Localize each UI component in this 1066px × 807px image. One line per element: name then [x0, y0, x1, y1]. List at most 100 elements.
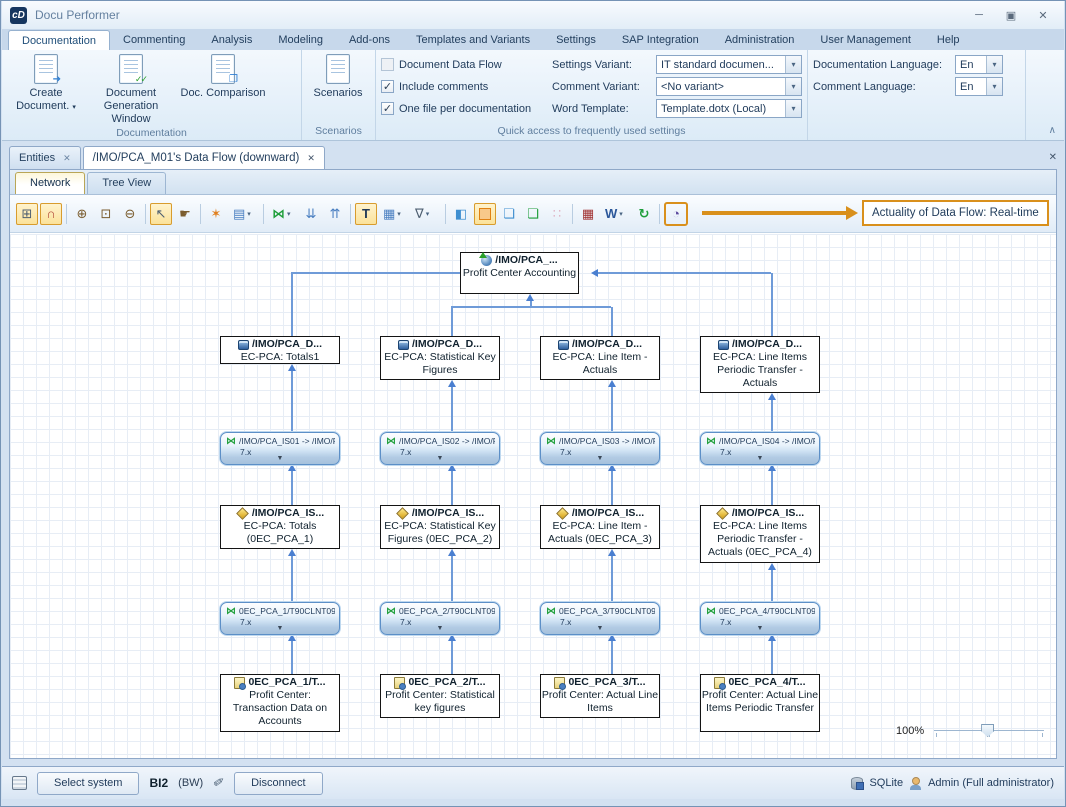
ribbon-tab-settings[interactable]: Settings — [543, 30, 609, 50]
diagram-node-datasource-1[interactable]: 0EC_PCA_1/T... Profit Center: Transactio… — [220, 674, 340, 732]
diagram-node-cube-1[interactable]: /IMO/PCA_D... EC-PCA: Totals1 — [220, 336, 340, 364]
combo-arrow-icon[interactable]: ▾ — [986, 78, 1002, 95]
diagram-canvas[interactable]: /IMO/PCA_... Profit Center Accounting /I… — [10, 234, 1056, 758]
diagram-node-datasource-2[interactable]: 0EC_PCA_2/T... Profit Center: Statistica… — [380, 674, 500, 718]
ribbon-tab-help[interactable]: Help — [924, 30, 973, 50]
diagram-transformation-6[interactable]: ⋈0EC_PCA_2/T90CLNT090 -> /I... 7.x ▼ — [380, 602, 500, 635]
select-system-button[interactable]: Select system — [37, 772, 139, 795]
disconnect-button[interactable]: Disconnect — [234, 772, 322, 795]
collapse-arrow-icon[interactable]: ▼ — [757, 623, 764, 634]
minimize-button[interactable]: ─ — [970, 9, 988, 22]
expand-all-icon[interactable]: ⇊ — [300, 203, 322, 225]
tab-data-flow[interactable]: /IMO/PCA_M01's Data Flow (downward) ✕ — [83, 146, 325, 169]
tab-close-icon[interactable]: ✕ — [63, 153, 71, 164]
diagram-transformation-5[interactable]: ⋈0EC_PCA_1/T90CLNT090 -> /I... 7.x ▼ — [220, 602, 340, 635]
checkbox-box-icon[interactable]: ✓ — [381, 102, 394, 115]
diagram-node-infosource-3[interactable]: /IMO/PCA_IS... EC-PCA: Line Item - Actua… — [540, 505, 660, 549]
tab-close-icon[interactable]: ✕ — [307, 153, 315, 164]
create-document-button[interactable]: ➔ Create Document. ▾ — [7, 52, 85, 114]
highlight-color-icon[interactable] — [474, 203, 496, 225]
ribbon-tab-user-management[interactable]: User Management — [807, 30, 924, 50]
comment-variant-select[interactable]: <No variant> ▾ — [656, 77, 802, 96]
diagram-transformation-3[interactable]: ⋈/IMO/PCA_IS03 -> /IMO/PCA... 7.x ▼ — [540, 432, 660, 465]
auto-layout-icon[interactable]: ✶ — [205, 203, 227, 225]
tab-entities[interactable]: Entities ✕ — [9, 146, 81, 169]
checkbox-one-file-per-documentation[interactable]: ✓ One file per documentation — [381, 100, 540, 117]
format-painter-icon[interactable]: ◧ — [450, 203, 472, 225]
ribbon-tab-documentation[interactable]: Documentation — [8, 30, 110, 50]
ribbon-tab-templates[interactable]: Templates and Variants — [403, 30, 543, 50]
ribbon-tab-sap-integration[interactable]: SAP Integration — [609, 30, 712, 50]
layout-options-icon[interactable]: ▤▾ — [229, 203, 259, 225]
checkbox-box-icon[interactable] — [381, 58, 394, 71]
zoom-region-icon[interactable]: ⊡ — [95, 203, 117, 225]
collapse-all-icon[interactable]: ⇈ — [324, 203, 346, 225]
diagram-node-infoarea[interactable]: /IMO/PCA_... Profit Center Accounting — [460, 252, 579, 294]
diagram-node-cube-2[interactable]: /IMO/PCA_D... EC-PCA: Statistical Key Fi… — [380, 336, 500, 380]
grid-snap-icon[interactable]: ⊞ — [16, 203, 38, 225]
checkbox-document-data-flow[interactable]: Document Data Flow — [381, 56, 540, 73]
collapse-arrow-icon[interactable]: ▼ — [757, 453, 764, 464]
collapse-arrow-icon[interactable]: ▼ — [437, 623, 444, 634]
actuality-clock-icon[interactable]: ◔ — [664, 202, 688, 226]
close-button[interactable]: ✕ — [1034, 9, 1052, 22]
zoom-in-icon[interactable]: ⊕ — [71, 203, 93, 225]
ribbon-tab-modeling[interactable]: Modeling — [265, 30, 336, 50]
checkbox-box-icon[interactable]: ✓ — [381, 80, 394, 93]
diagram-node-datasource-3[interactable]: 0EC_PCA_3/T... Profit Center: Actual Lin… — [540, 674, 660, 718]
strip-close-button[interactable]: ✕ — [1049, 152, 1057, 163]
checkbox-include-comments[interactable]: ✓ Include comments — [381, 78, 540, 95]
text-labels-icon[interactable]: T — [355, 203, 377, 225]
ribbon-tab-analysis[interactable]: Analysis — [198, 30, 265, 50]
comment-language-select[interactable]: En ▾ — [955, 77, 1003, 96]
settings-variant-select[interactable]: IT standard documen... ▾ — [656, 55, 802, 74]
word-export-icon[interactable]: W▾ — [601, 203, 631, 225]
combo-arrow-icon[interactable]: ▾ — [785, 100, 801, 117]
combo-arrow-icon[interactable]: ▾ — [785, 56, 801, 73]
ribbon-tab-commenting[interactable]: Commenting — [110, 30, 198, 50]
diagram-transformation-1[interactable]: ▾transformation⋈/IMO/PCA_IS01 -> /IMO/PC… — [220, 432, 340, 465]
refresh-icon[interactable]: ↻ — [633, 203, 655, 225]
layers-all-icon[interactable]: ❏ — [522, 203, 544, 225]
diagram-node-cube-4[interactable]: /IMO/PCA_D... EC-PCA: Line Items Periodi… — [700, 336, 820, 393]
zoom-slider-thumb[interactable] — [981, 724, 994, 737]
pan-tool-icon[interactable]: ☛ — [174, 203, 196, 225]
collapse-arrow-icon[interactable]: ▼ — [277, 453, 284, 464]
ribbon-tab-administration[interactable]: Administration — [712, 30, 808, 50]
magnet-snap-icon[interactable]: ∩ — [40, 203, 62, 225]
collapse-arrow-icon[interactable]: ▼ — [597, 623, 604, 634]
ribbon-collapse-button[interactable]: ∧ — [1049, 125, 1056, 136]
diagram-node-infosource-4[interactable]: /IMO/PCA_IS... EC-PCA: Line Items Period… — [700, 505, 820, 563]
diagram-transformation-7[interactable]: ⋈0EC_PCA_3/T90CLNT090 -> /I... 7.x ▼ — [540, 602, 660, 635]
diagram-node-datasource-4[interactable]: 0EC_PCA_4/T... Profit Center: Actual Lin… — [700, 674, 820, 732]
edge — [611, 556, 613, 602]
table-lookup-icon[interactable]: ▦▾ — [379, 203, 409, 225]
diagram-node-infosource-1[interactable]: /IMO/PCA_IS... EC-PCA: Totals (0EC_PCA_1… — [220, 505, 340, 549]
scenarios-button[interactable]: Scenarios — [307, 52, 369, 100]
tab-network[interactable]: Network — [15, 172, 85, 194]
diagram-transformation-8[interactable]: ⋈0EC_PCA_4/T90CLNT090 -> /I... 7.x ▼ — [700, 602, 820, 635]
combo-arrow-icon[interactable]: ▾ — [986, 56, 1002, 73]
diagram-transformation-4[interactable]: ⋈/IMO/PCA_IS04 -> /IMO/PCA... 7.x ▼ — [700, 432, 820, 465]
collapse-arrow-icon[interactable]: ▼ — [277, 623, 284, 634]
word-template-select[interactable]: Template.dotx (Local) ▾ — [656, 99, 802, 118]
filter-icon[interactable]: ∇▾ — [411, 203, 441, 225]
zoom-out-icon[interactable]: ⊖ — [119, 203, 141, 225]
documentation-language-select[interactable]: En ▾ — [955, 55, 1003, 74]
ribbon-tab-addons[interactable]: Add-ons — [336, 30, 403, 50]
document-generation-window-button[interactable]: ✓✓ Document Generation Window — [85, 52, 177, 126]
restore-button[interactable]: ▣ — [1002, 9, 1020, 22]
collapse-arrow-icon[interactable]: ▼ — [597, 453, 604, 464]
zoom-slider[interactable] — [934, 724, 1044, 738]
tab-tree-view[interactable]: Tree View — [87, 172, 166, 194]
diagram-node-cube-3[interactable]: /IMO/PCA_D... EC-PCA: Line Item - Actual… — [540, 336, 660, 380]
diagram-node-infosource-2[interactable]: /IMO/PCA_IS... EC-PCA: Statistical Key F… — [380, 505, 500, 549]
transformation-nodes-icon[interactable]: ⋈▾ — [268, 203, 298, 225]
grid-table-icon[interactable]: ▦ — [577, 203, 599, 225]
layers-edit-icon[interactable]: ❏ — [498, 203, 520, 225]
collapse-arrow-icon[interactable]: ▼ — [437, 453, 444, 464]
diagram-transformation-2[interactable]: ⋈/IMO/PCA_IS02 -> /IMO/PCA... 7.x ▼ — [380, 432, 500, 465]
combo-arrow-icon[interactable]: ▾ — [785, 78, 801, 95]
pointer-tool-icon[interactable]: ↖ — [150, 203, 172, 225]
doc-comparison-button[interactable]: ❐ Doc. Comparison — [177, 52, 269, 100]
